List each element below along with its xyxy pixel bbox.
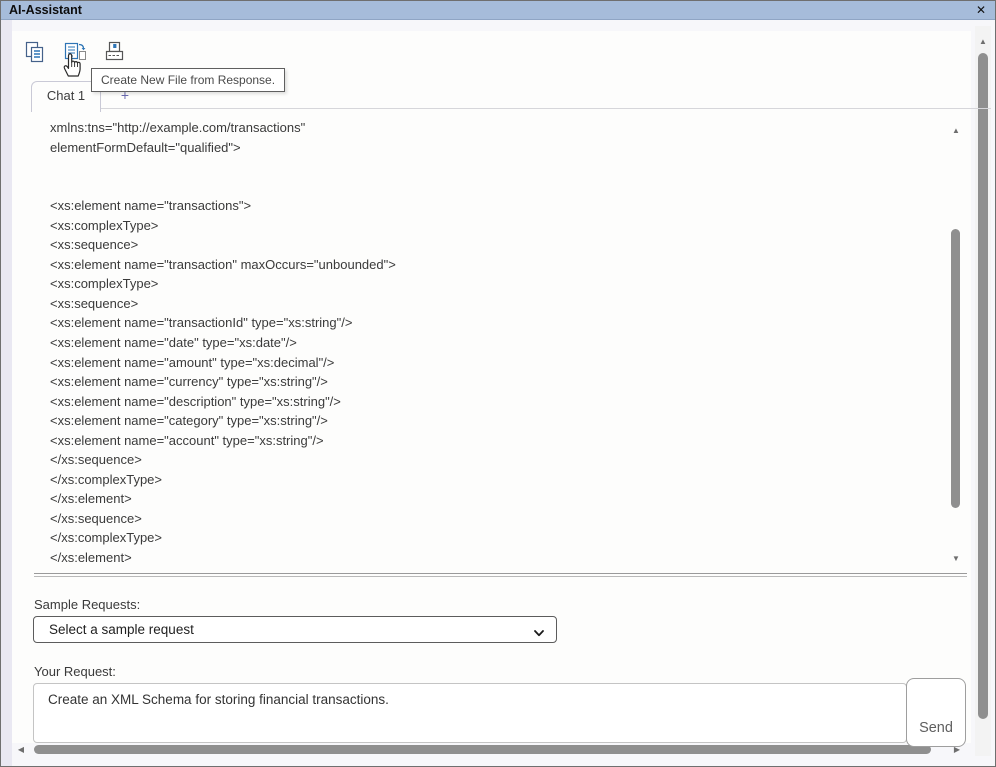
- code-line: [50, 177, 945, 197]
- export-response-icon[interactable]: [103, 40, 129, 66]
- send-button-label: Send: [919, 720, 953, 736]
- code-line: <xs:element name="currency" type="xs:str…: [50, 372, 945, 392]
- code-line: elementFormDefault="qualified">: [50, 138, 945, 158]
- code-line: <xs:sequence>: [50, 294, 945, 314]
- titlebar[interactable]: AI-Assistant ✕: [1, 1, 995, 20]
- code-line: <xs:element name="account" type="xs:stri…: [50, 431, 945, 451]
- code-line: <xs:element name="date" type="xs:date"/>: [50, 333, 945, 353]
- code-line: xmlns:tns="http://example.com/transactio…: [50, 118, 945, 138]
- sample-request-select[interactable]: Select a sample request: [33, 616, 557, 643]
- copy-response-icon[interactable]: [23, 40, 49, 66]
- tabstrip-divider: [31, 108, 991, 109]
- code-line: <xs:complexType>: [50, 274, 945, 294]
- selected-option-text: Select a sample request: [49, 622, 194, 637]
- scroll-left-icon[interactable]: ◀: [15, 745, 27, 755]
- code-line: </xs:element>: [50, 489, 945, 509]
- response-scrollbar-thumb[interactable]: [951, 229, 960, 508]
- chevron-down-icon: [532, 623, 546, 648]
- code-line: <xs:complexType>: [50, 216, 945, 236]
- close-icon[interactable]: ✕: [973, 2, 989, 18]
- code-line: <xs:element name="transactionId" type="x…: [50, 313, 945, 333]
- code-line: </xs:sequence>: [50, 509, 945, 529]
- code-line: <xs:element name="transaction" maxOccurs…: [50, 255, 945, 275]
- code-line: <xs:element name="description" type="xs:…: [50, 392, 945, 412]
- code-line: </xs:element>: [50, 548, 945, 568]
- scroll-up-icon[interactable]: ▲: [950, 126, 962, 136]
- window-scroll-up-icon[interactable]: ▲: [977, 37, 989, 47]
- code-line: <xs:element name="transactions">: [50, 196, 945, 216]
- horizontal-scrollbar-thumb[interactable]: [34, 745, 931, 754]
- code-line: [50, 157, 945, 177]
- code-line: </xs:complexType>: [50, 528, 945, 548]
- left-margin-strip: [1, 20, 12, 767]
- code-line: <xs:element name="category" type="xs:str…: [50, 411, 945, 431]
- your-request-label: Your Request:: [34, 664, 116, 679]
- scroll-down-icon[interactable]: ▼: [950, 554, 962, 564]
- request-input[interactable]: Create an XML Schema for storing financi…: [33, 683, 907, 743]
- tooltip: Create New File from Response.: [91, 68, 285, 92]
- tab-chat-1-label: Chat 1: [47, 88, 85, 103]
- code-line: <xs:element name="amount" type="xs:decim…: [50, 353, 945, 373]
- section-divider: [34, 573, 967, 577]
- response-code: xmlns:tns="http://example.com/transactio…: [50, 118, 945, 570]
- send-button[interactable]: Send: [906, 678, 966, 747]
- sample-requests-label: Sample Requests:: [34, 597, 140, 612]
- window-title: AI-Assistant: [9, 3, 82, 17]
- create-new-file-icon[interactable]: [63, 40, 89, 66]
- window-scrollbar-thumb[interactable]: [978, 53, 988, 719]
- code-line: <xs:sequence>: [50, 235, 945, 255]
- ai-assistant-window: AI-Assistant ✕ Chat 1 +: [0, 0, 996, 767]
- code-line: </xs:complexType>: [50, 470, 945, 490]
- code-line: </xs:sequence>: [50, 450, 945, 470]
